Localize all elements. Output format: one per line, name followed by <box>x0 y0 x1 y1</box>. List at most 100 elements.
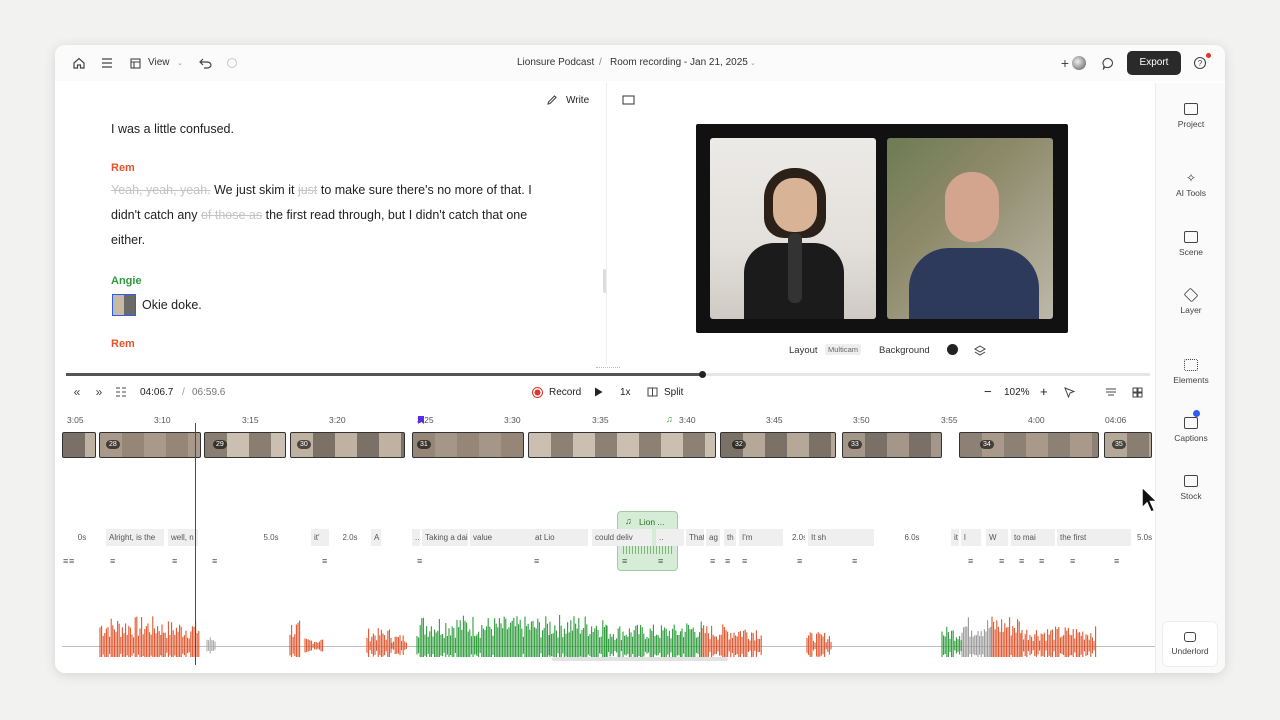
word-marker-icon[interactable]: ≡ <box>742 556 747 566</box>
breadcrumb-separator: / <box>599 57 602 68</box>
word-marker-icon[interactable]: ≡ <box>417 556 422 566</box>
editor-scrollbar[interactable] <box>603 269 606 293</box>
caption-chunk[interactable]: the first <box>1057 529 1131 546</box>
caption-chunk[interactable]: W <box>986 529 1008 546</box>
avatar[interactable] <box>1072 56 1086 70</box>
word-marker-icon[interactable]: ≡ <box>852 556 857 566</box>
caption-chunk[interactable]: ... <box>412 529 420 546</box>
word-marker-icon[interactable]: ≡ <box>968 556 973 566</box>
rail-label: AI Tools <box>1175 188 1207 198</box>
project-name[interactable]: Lionsure Podcast <box>517 57 594 68</box>
rail-captions[interactable]: Captions <box>1156 417 1225 443</box>
rail-scene[interactable]: Scene <box>1156 231 1225 257</box>
script-editor[interactable]: Write I was a little confused. Rem Yeah,… <box>62 83 607 365</box>
write-mode-button[interactable]: Write <box>566 95 589 106</box>
transcript-text[interactable]: Okie doke. <box>142 293 202 318</box>
caption-chunk[interactable]: to mai <box>1011 529 1055 546</box>
transcript-text[interactable]: We just skim it <box>214 183 294 197</box>
transcript-text[interactable]: the first read through, but I didn't cat… <box>266 208 528 222</box>
home-icon[interactable] <box>71 55 87 71</box>
word-marker-icon[interactable]: ≡ <box>1070 556 1075 566</box>
caption-chunk[interactable]: 2.0s <box>789 529 805 546</box>
rail-layer[interactable]: Layer <box>1156 287 1225 315</box>
transcript-text[interactable]: didn't catch any <box>111 208 197 222</box>
word-marker-icon[interactable]: ≡ <box>658 556 663 566</box>
caption-chunk[interactable]: well, n <box>168 529 198 546</box>
deleted-text[interactable]: just <box>298 183 317 197</box>
transcript-text[interactable]: either. <box>111 233 145 247</box>
add-collaborator-icon[interactable]: + <box>1059 55 1071 71</box>
caption-chunk[interactable]: That's <box>686 529 704 546</box>
word-marker-icon[interactable]: ≡ <box>212 556 217 566</box>
word-marker-icon[interactable]: ≡ <box>69 556 74 566</box>
caption-chunk[interactable]: ag <box>706 529 720 546</box>
word-marker-icon[interactable]: ≡ <box>534 556 539 566</box>
write-pen-icon[interactable] <box>545 93 559 107</box>
caption-chunk[interactable]: th <box>724 529 736 546</box>
word-marker-icon[interactable]: ≡ <box>1019 556 1024 566</box>
speaker-label[interactable]: Angie <box>111 275 142 287</box>
view-menu-label[interactable]: View <box>148 57 170 68</box>
caption-chunk[interactable]: I'm <box>739 529 783 546</box>
caption-chunk[interactable]: could deliv <box>592 529 652 546</box>
caption-chunk[interactable]: 2.0s <box>332 529 368 546</box>
word-marker-icon[interactable]: ≡ <box>63 556 68 566</box>
redo-icon[interactable] <box>225 56 239 70</box>
caption-chunk[interactable]: 6.0s <box>877 529 947 546</box>
caption-chunk[interactable]: at Lio <box>532 529 588 546</box>
rail-elements[interactable]: Elements <box>1156 359 1225 385</box>
rail-ai-tools[interactable]: ✧ AI Tools <box>1156 172 1225 198</box>
word-marker-icon[interactable]: ≡ <box>110 556 115 566</box>
word-marker-icon[interactable]: ≡ <box>622 556 627 566</box>
rail-stock[interactable]: Stock <box>1156 475 1225 501</box>
audio-track[interactable] <box>62 567 1155 657</box>
deleted-text[interactable]: Yeah, yeah, yeah. <box>111 183 211 197</box>
caption-chunk[interactable]: Taking a daily multivitami <box>422 529 468 546</box>
undo-icon[interactable] <box>197 55 213 71</box>
caption-chunk[interactable]: it' <box>311 529 329 546</box>
transcript-text[interactable]: to make sure there's no more of that. I <box>321 183 532 197</box>
background-color-swatch[interactable] <box>947 344 958 355</box>
word-marker-icon[interactable]: ≡ <box>1114 556 1119 566</box>
word-marker-icon[interactable]: ≡ <box>725 556 730 566</box>
scene-thumbnail[interactable] <box>112 294 136 316</box>
export-button[interactable]: Export <box>1127 51 1181 75</box>
word-marker-icon[interactable]: ≡ <box>797 556 802 566</box>
rail-project[interactable]: Project <box>1156 103 1225 129</box>
caption-chunk[interactable]: it c <box>951 529 959 546</box>
menu-icon[interactable] <box>99 55 115 71</box>
word-marker-icon[interactable]: ≡ <box>999 556 1004 566</box>
caption-chunk[interactable]: A <box>371 529 381 546</box>
comment-icon[interactable] <box>1100 55 1116 71</box>
timeline[interactable]: « » 04:06.7 / 06:59.6 Record 1x Split − … <box>62 367 1200 673</box>
caption-chunk[interactable]: 5.0s <box>236 529 306 546</box>
folder-icon <box>1184 103 1198 115</box>
playhead-knob[interactable] <box>1193 410 1200 417</box>
composition-name[interactable]: Room recording - Jan 21, 2025 <box>610 57 748 68</box>
speaker-label[interactable]: Rem <box>111 338 135 350</box>
word-marker-icon[interactable]: ≡ <box>172 556 177 566</box>
caption-chunk[interactable]: It sh <box>808 529 874 546</box>
word-marker-icon[interactable]: ≡ <box>1039 556 1044 566</box>
timeline-scrollbar[interactable] <box>552 657 728 661</box>
caption-chunk[interactable]: Alright, is the <box>106 529 164 546</box>
caption-chunk[interactable]: l <box>961 529 981 546</box>
view-layout-icon[interactable] <box>128 56 142 70</box>
caption-track[interactable]: 0sAlright, is thewell, n5.0sit'2.0sA...T… <box>62 367 1155 557</box>
playhead[interactable] <box>195 423 196 665</box>
word-marker-icon[interactable]: ≡ <box>322 556 327 566</box>
caption-chunk[interactable]: .. <box>656 529 684 546</box>
video-canvas[interactable] <box>696 124 1068 333</box>
word-marker-icon[interactable]: ≡ <box>710 556 715 566</box>
help-icon[interactable]: ? <box>1192 55 1208 71</box>
caption-chunk[interactable]: 0s <box>62 529 102 546</box>
speaker-label[interactable]: Rem <box>111 162 135 174</box>
caption-chunk[interactable]: 5.0s <box>1134 529 1154 546</box>
rail-underlord[interactable]: Underlord <box>1162 621 1218 667</box>
deleted-text[interactable]: of those as <box>201 208 262 222</box>
layers-icon[interactable] <box>973 343 987 357</box>
transcript-line[interactable]: I was a little confused. <box>111 117 234 142</box>
aspect-ratio-icon[interactable] <box>621 94 635 106</box>
transcript-paragraph[interactable]: Yeah, yeah, yeah. We just skim it just t… <box>111 178 561 253</box>
layout-badge[interactable]: Multicam <box>825 344 862 355</box>
